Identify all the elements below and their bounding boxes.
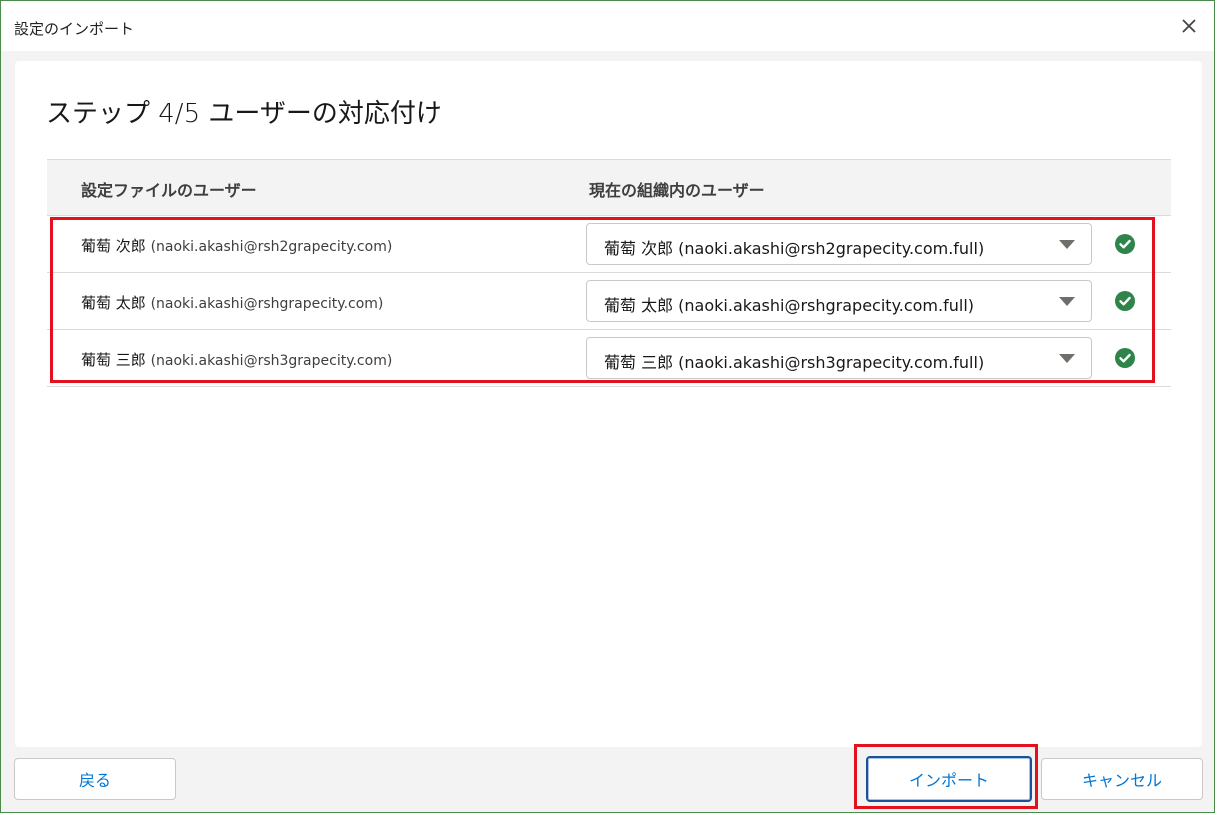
column-header-org-user: 現在の組織内のユーザー [589, 181, 765, 200]
check-circle-icon [1115, 234, 1135, 254]
user-mapping-table: 設定ファイルのユーザー 現在の組織内のユーザー 葡萄 次郎 (naoki.aka… [47, 159, 1171, 387]
org-user-selected-value: 葡萄 三郎 (naoki.akashi@rsh3grapecity.com.fu… [604, 353, 985, 372]
import-button[interactable]: インポート [866, 756, 1032, 802]
table-row: 葡萄 太郎 (naoki.akashi@rshgrapecity.com) 葡萄… [47, 273, 1171, 330]
import-settings-dialog: 設定のインポート ステップ 4/5 ユーザーの対応付け 設定ファイルのユーザー … [0, 0, 1215, 813]
org-user-select[interactable]: 葡萄 三郎 (naoki.akashi@rsh3grapecity.com.fu… [586, 337, 1092, 379]
close-icon [1182, 19, 1196, 33]
back-button[interactable]: 戻る [14, 758, 176, 800]
caret-down-icon [1059, 240, 1075, 249]
org-user-selected-value: 葡萄 次郎 (naoki.akashi@rsh2grapecity.com.fu… [604, 239, 985, 258]
dialog-titlebar: 設定のインポート [1, 1, 1214, 51]
file-user-email: (naoki.akashi@rsh2grapecity.com) [150, 239, 393, 255]
file-user-name: 葡萄 次郎 [81, 237, 146, 255]
check-circle-icon [1115, 348, 1135, 368]
check-circle-icon [1115, 291, 1135, 311]
page-title: ステップ 4/5 ユーザーの対応付け [46, 99, 442, 129]
org-user-selected-value: 葡萄 太郎 (naoki.akashi@rshgrapecity.com.ful… [604, 296, 975, 315]
dialog-title: 設定のインポート [14, 20, 135, 38]
close-button[interactable] [1174, 11, 1204, 41]
file-user-cell: 葡萄 三郎 (naoki.akashi@rsh3grapecity.com) [81, 349, 392, 370]
column-header-file-user: 設定ファイルのユーザー [81, 181, 257, 200]
table-row: 葡萄 次郎 (naoki.akashi@rsh2grapecity.com) 葡… [47, 216, 1171, 273]
file-user-email: (naoki.akashi@rsh3grapecity.com) [150, 353, 393, 369]
caret-down-icon [1059, 354, 1075, 363]
file-user-cell: 葡萄 太郎 (naoki.akashi@rshgrapecity.com) [81, 292, 383, 313]
org-user-select[interactable]: 葡萄 太郎 (naoki.akashi@rshgrapecity.com.ful… [586, 280, 1092, 322]
caret-down-icon [1059, 297, 1075, 306]
file-user-name: 葡萄 太郎 [81, 294, 146, 312]
org-user-select[interactable]: 葡萄 次郎 (naoki.akashi@rsh2grapecity.com.fu… [586, 223, 1092, 265]
file-user-cell: 葡萄 次郎 (naoki.akashi@rsh2grapecity.com) [81, 235, 392, 256]
file-user-email: (naoki.akashi@rshgrapecity.com) [150, 296, 384, 312]
content-card: ステップ 4/5 ユーザーの対応付け 設定ファイルのユーザー 現在の組織内のユー… [15, 61, 1202, 747]
table-header: 設定ファイルのユーザー 現在の組織内のユーザー [47, 159, 1171, 216]
table-row: 葡萄 三郎 (naoki.akashi@rsh3grapecity.com) 葡… [47, 330, 1171, 387]
file-user-name: 葡萄 三郎 [81, 351, 146, 369]
cancel-button[interactable]: キャンセル [1041, 758, 1203, 800]
